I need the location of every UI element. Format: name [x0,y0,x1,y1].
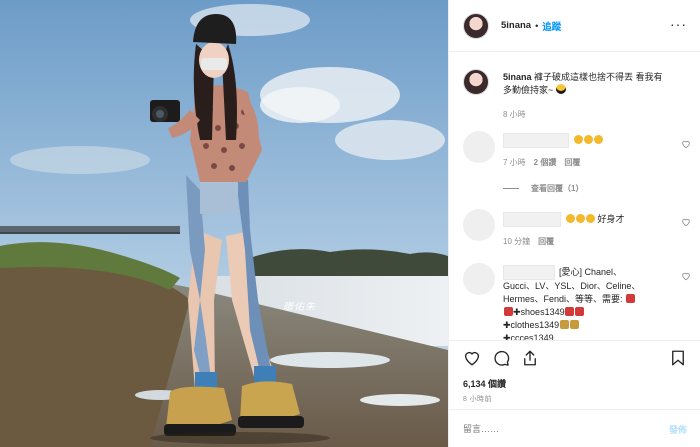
clap-emoji-icon [573,134,583,144]
like-heart-icon[interactable] [463,349,481,367]
commenter-avatar[interactable] [463,263,495,295]
comment-time: 7 小時 [503,158,526,167]
comment-text: 好身才 [503,212,668,227]
caption-text: 5inana 褲子破成這樣也捨不得丟 看我有多勤儉持家~ [503,71,668,97]
commenter-name-redacted[interactable] [503,212,561,227]
caption: 5inana 褲子破成這樣也捨不得丟 看我有多勤儉持家~ 8 小時 [463,69,693,129]
post-header: 5inana • 追蹤 ··· [449,0,700,52]
clap-emoji-icon [565,213,575,223]
post-side-panel: 5inana • 追蹤 ··· 5inana 褲子破成這樣也捨不得丟 看我有多勤… [448,0,700,447]
clap-emoji-icon [583,134,593,144]
sunglasses-emoji-icon [556,84,567,94]
replies-divider [503,188,519,189]
action-icons [463,349,539,367]
comment-line: Gucci、LV、YSL、Dior、Celine、 [503,281,641,291]
comment-line: clothes1349 [510,320,560,330]
reply-button[interactable]: 回覆 [564,157,580,168]
shoe-emoji-icon [503,307,513,316]
comment-item: 7 小時 2 個讚 回覆 查看回覆（1） [463,131,693,201]
clap-emoji-icon [575,213,585,223]
comment-line: Hermes、Fendi、等等、需要: [503,294,623,304]
post-timestamp: 8 小時前 [463,396,492,403]
photo-watermark: 暻佑朱 [283,302,316,313]
commenter-name-redacted[interactable] [503,133,569,148]
photo-illustration [0,0,448,447]
like-comment-heart-icon[interactable] [681,271,691,281]
author-username[interactable]: 5inana [501,20,531,31]
comment-body: 好身才 [597,213,625,224]
plus-icon: ✚ [503,333,511,340]
comment-item: [愛心] Chanel、 Gucci、LV、YSL、Dior、Celine、 H… [463,263,693,340]
commenter-name-redacted[interactable] [503,265,555,280]
bag-emoji-icon [569,320,579,329]
comments-list[interactable]: 5inana 褲子破成這樣也捨不得丟 看我有多勤儉持家~ 8 小時 7 小時 2… [449,53,700,340]
header-separator: • [535,20,539,31]
like-comment-heart-icon[interactable] [681,139,691,149]
post-actions: 6,134 個讚 8 小時前 發佈 [449,340,700,447]
follow-button[interactable]: 追蹤 [542,19,561,33]
share-icon[interactable] [521,349,539,367]
caption-time: 8 小時 [503,110,526,119]
reply-button[interactable]: 回覆 [538,236,554,247]
caption-meta: 8 小時 [503,109,526,120]
plus-icon: ✚ [513,307,521,317]
shoe-emoji-icon [625,294,635,303]
comment-text: [愛心] Chanel、 Gucci、LV、YSL、Dior、Celine、 H… [503,265,673,340]
like-comment-heart-icon[interactable] [681,217,691,227]
shoe-emoji-icon [575,307,585,316]
view-replies-label: 查看回覆（1） [531,184,584,193]
add-comment-bar: 發佈 [449,409,700,447]
comment-bubble-icon[interactable] [492,349,510,367]
author-avatar[interactable] [463,12,489,39]
comment-likes[interactable]: 2 個讚 [534,157,557,168]
clap-emoji-icon [585,213,595,223]
comment-time: 10 分鐘 [503,237,531,246]
commenter-avatar[interactable] [463,131,495,163]
like-count[interactable]: 6,134 個讚 [463,377,506,390]
comment-line: [愛心] Chanel、 [559,266,623,277]
more-options-icon[interactable]: ··· [670,16,687,32]
post-comment-button[interactable]: 發佈 [669,423,687,436]
shoe-emoji-icon [565,307,575,316]
comment-meta: 7 小時 2 個讚 回覆 [503,157,580,168]
plus-icon: ✚ [503,320,511,330]
bag-emoji-icon [559,320,569,329]
view-replies-button[interactable]: 查看回覆（1） [503,183,583,194]
clap-emoji-icon [593,134,603,144]
comment-input[interactable] [463,424,643,434]
bookmark-save-icon[interactable] [669,349,687,367]
comment-item: 好身才 10 分鐘 回覆 [463,209,693,253]
comment-text [503,133,668,148]
caption-username[interactable]: 5inana [503,72,532,82]
commenter-avatar[interactable] [463,209,495,241]
caption-avatar[interactable] [463,69,489,95]
post-photo[interactable]: 暻佑朱 [0,0,448,447]
comment-line: shoes1349 [520,307,565,317]
comment-meta: 10 分鐘 回覆 [503,236,554,247]
comment-line: ccces1349 [510,333,554,340]
